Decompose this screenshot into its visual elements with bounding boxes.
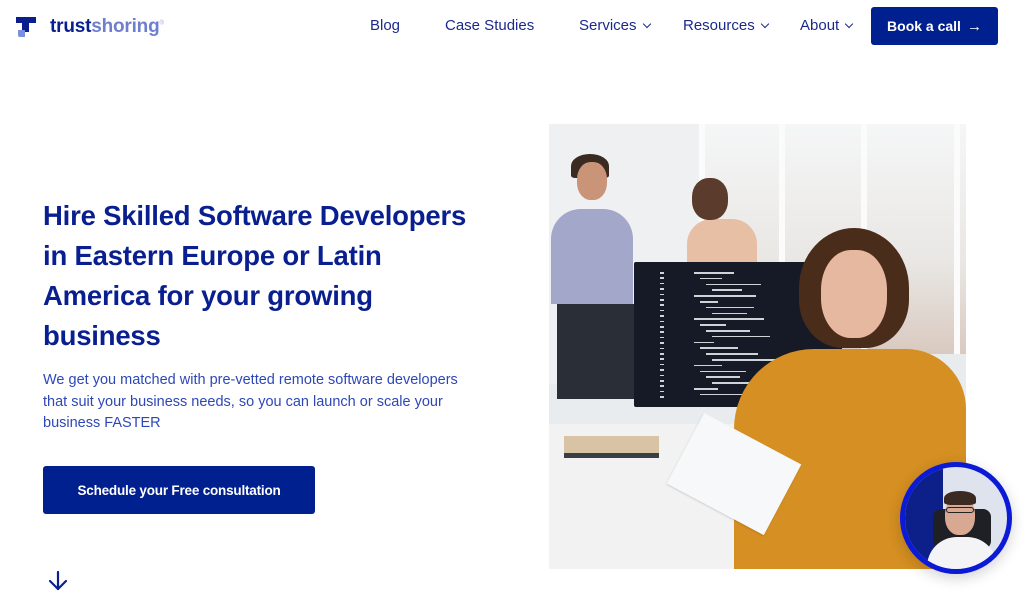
nav-label: Case Studies <box>445 17 535 34</box>
nav-item-case-studies[interactable]: Case Studies <box>445 17 534 34</box>
trustshoring-logo-icon <box>16 17 38 37</box>
nav-label: Blog <box>370 17 401 34</box>
chevron-down-icon <box>844 19 854 28</box>
nav-label: About <box>800 17 840 34</box>
hero-title: Hire Skilled Software Developers in East… <box>43 200 467 351</box>
chevron-down-icon <box>642 19 651 28</box>
arrow-right-icon: → <box>966 17 982 35</box>
arrow-down-icon[interactable] <box>47 570 69 592</box>
logo[interactable]: trustshoring® <box>16 16 164 38</box>
nav-item-about[interactable]: About <box>800 17 854 34</box>
nav-label: Resources <box>683 17 755 34</box>
nav-item-services[interactable]: Services <box>579 17 651 34</box>
hero-subtitle: We get you matched with pre-vetted remot… <box>43 372 458 431</box>
book-a-call-button[interactable]: Book a call → <box>871 7 998 45</box>
site-header: trustshoring® Blog Case Studies Services… <box>0 0 1024 55</box>
book-a-call-label: Book a call <box>887 18 961 34</box>
chevron-down-icon <box>760 19 769 28</box>
schedule-consultation-label: Schedule your Free consultation <box>77 482 281 498</box>
nav-label: Services <box>579 17 637 34</box>
schedule-consultation-button[interactable]: Schedule your Free consultation <box>43 466 315 514</box>
nav-item-resources[interactable]: Resources <box>683 17 769 34</box>
presenter-video-bubble[interactable] <box>900 462 1012 574</box>
nav-item-blog[interactable]: Blog <box>370 17 400 34</box>
logo-wordmark: trustshoring® <box>50 16 164 37</box>
